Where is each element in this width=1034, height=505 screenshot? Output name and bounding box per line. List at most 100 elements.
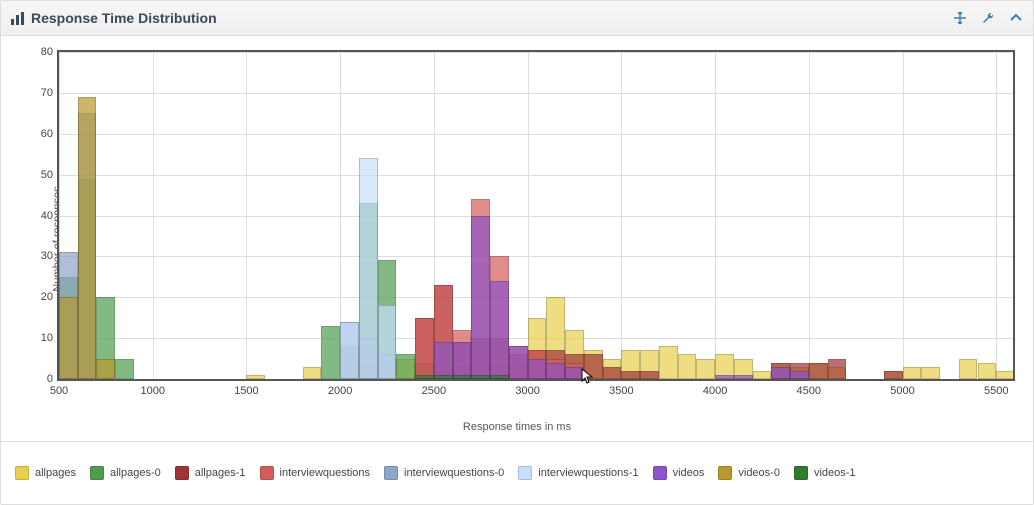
bar[interactable] [621, 371, 640, 379]
x-tick: 500 [50, 385, 68, 397]
x-tick: 3500 [609, 385, 633, 397]
bar[interactable] [115, 359, 134, 379]
x-tick: 3000 [515, 385, 539, 397]
bar[interactable] [453, 342, 472, 379]
bar[interactable] [321, 326, 340, 379]
x-tick: 5000 [890, 385, 914, 397]
legend-label: videos-0 [738, 467, 780, 479]
bar[interactable] [490, 281, 509, 379]
bar[interactable] [490, 375, 509, 379]
bar[interactable] [696, 359, 715, 379]
legend-swatch [518, 466, 532, 480]
legend-item[interactable]: allpages-1 [175, 466, 246, 480]
legend-item[interactable]: interviewquestions-0 [384, 466, 504, 480]
legend: allpages allpages-0 allpages-1 interviewque… [1, 441, 1033, 503]
bar[interactable] [790, 371, 809, 379]
bar[interactable] [659, 346, 678, 379]
bar[interactable] [471, 375, 490, 379]
bar[interactable] [415, 318, 434, 379]
bar[interactable] [78, 97, 97, 379]
legend-label: interviewquestions-0 [404, 467, 504, 479]
y-tick: 0 [29, 373, 53, 385]
bar[interactable] [396, 354, 415, 379]
y-tick: 50 [29, 169, 53, 181]
legend-label: allpages-0 [110, 467, 161, 479]
legend-swatch [718, 466, 732, 480]
bar[interactable] [753, 371, 772, 379]
bar[interactable] [359, 158, 378, 379]
plot-area[interactable]: 0102030405060708050010001500200025003000… [57, 50, 1015, 381]
bar[interactable] [546, 363, 565, 379]
bar[interactable] [453, 375, 472, 379]
y-tick: 30 [29, 250, 53, 262]
legend-swatch [260, 466, 274, 480]
collapse-icon[interactable] [1009, 11, 1023, 25]
legend-label: allpages-1 [195, 467, 246, 479]
y-tick: 60 [29, 128, 53, 140]
bar[interactable] [603, 367, 622, 379]
chart-area: Number of responses 01020304050607080500… [1, 36, 1033, 441]
x-tick: 1000 [140, 385, 164, 397]
bar[interactable] [565, 367, 584, 379]
bar[interactable] [996, 371, 1013, 379]
legend-item[interactable]: allpages [15, 466, 76, 480]
bar[interactable] [303, 367, 322, 379]
legend-swatch [384, 466, 398, 480]
x-tick: 5500 [984, 385, 1008, 397]
y-tick: 80 [29, 46, 53, 58]
bar[interactable] [640, 371, 659, 379]
bar[interactable] [828, 359, 847, 379]
x-tick: 2500 [422, 385, 446, 397]
bar[interactable] [884, 371, 903, 379]
bar[interactable] [246, 375, 265, 379]
panel: Response Time Distribution Number of res… [0, 0, 1034, 505]
legend-swatch [175, 466, 189, 480]
legend-label: interviewquestions-1 [538, 467, 638, 479]
legend-label: interviewquestions [280, 467, 371, 479]
bar[interactable] [96, 359, 115, 379]
bar[interactable] [903, 367, 922, 379]
bar[interactable] [340, 322, 359, 379]
bar[interactable] [509, 346, 528, 379]
bar[interactable] [959, 359, 978, 379]
x-axis-label: Response times in ms [1, 421, 1033, 433]
legend-item[interactable]: videos-1 [794, 466, 856, 480]
bar[interactable] [678, 354, 697, 379]
legend-label: videos [673, 467, 705, 479]
bar[interactable] [434, 375, 453, 379]
legend-swatch [794, 466, 808, 480]
bar[interactable] [809, 363, 828, 379]
header-actions [953, 11, 1023, 25]
legend-swatch [15, 466, 29, 480]
bar[interactable] [978, 363, 997, 379]
bar[interactable] [771, 367, 790, 379]
bar[interactable] [59, 297, 78, 379]
legend-item[interactable]: videos [653, 466, 705, 480]
legend-item[interactable]: videos-0 [718, 466, 780, 480]
bar[interactable] [921, 367, 940, 379]
x-tick: 1500 [234, 385, 258, 397]
bar[interactable] [415, 375, 434, 379]
bar[interactable] [378, 305, 397, 379]
panel-title: Response Time Distribution [31, 10, 953, 26]
legend-swatch [653, 466, 667, 480]
x-tick: 4500 [797, 385, 821, 397]
panel-header: Response Time Distribution [1, 1, 1033, 36]
legend-item[interactable]: interviewquestions-1 [518, 466, 638, 480]
bar[interactable] [528, 359, 547, 379]
bar[interactable] [584, 354, 603, 379]
bar[interactable] [715, 375, 734, 379]
bar-chart-icon [11, 11, 25, 25]
y-tick: 10 [29, 332, 53, 344]
legend-item[interactable]: interviewquestions [260, 466, 371, 480]
plot-inner [59, 52, 1013, 379]
move-icon[interactable] [953, 11, 967, 25]
x-tick: 4000 [703, 385, 727, 397]
legend-item[interactable]: allpages-0 [90, 466, 161, 480]
x-tick: 2000 [328, 385, 352, 397]
wrench-icon[interactable] [981, 11, 995, 25]
bar[interactable] [734, 375, 753, 379]
bar[interactable] [471, 216, 490, 380]
bar[interactable] [434, 342, 453, 379]
legend-swatch [90, 466, 104, 480]
